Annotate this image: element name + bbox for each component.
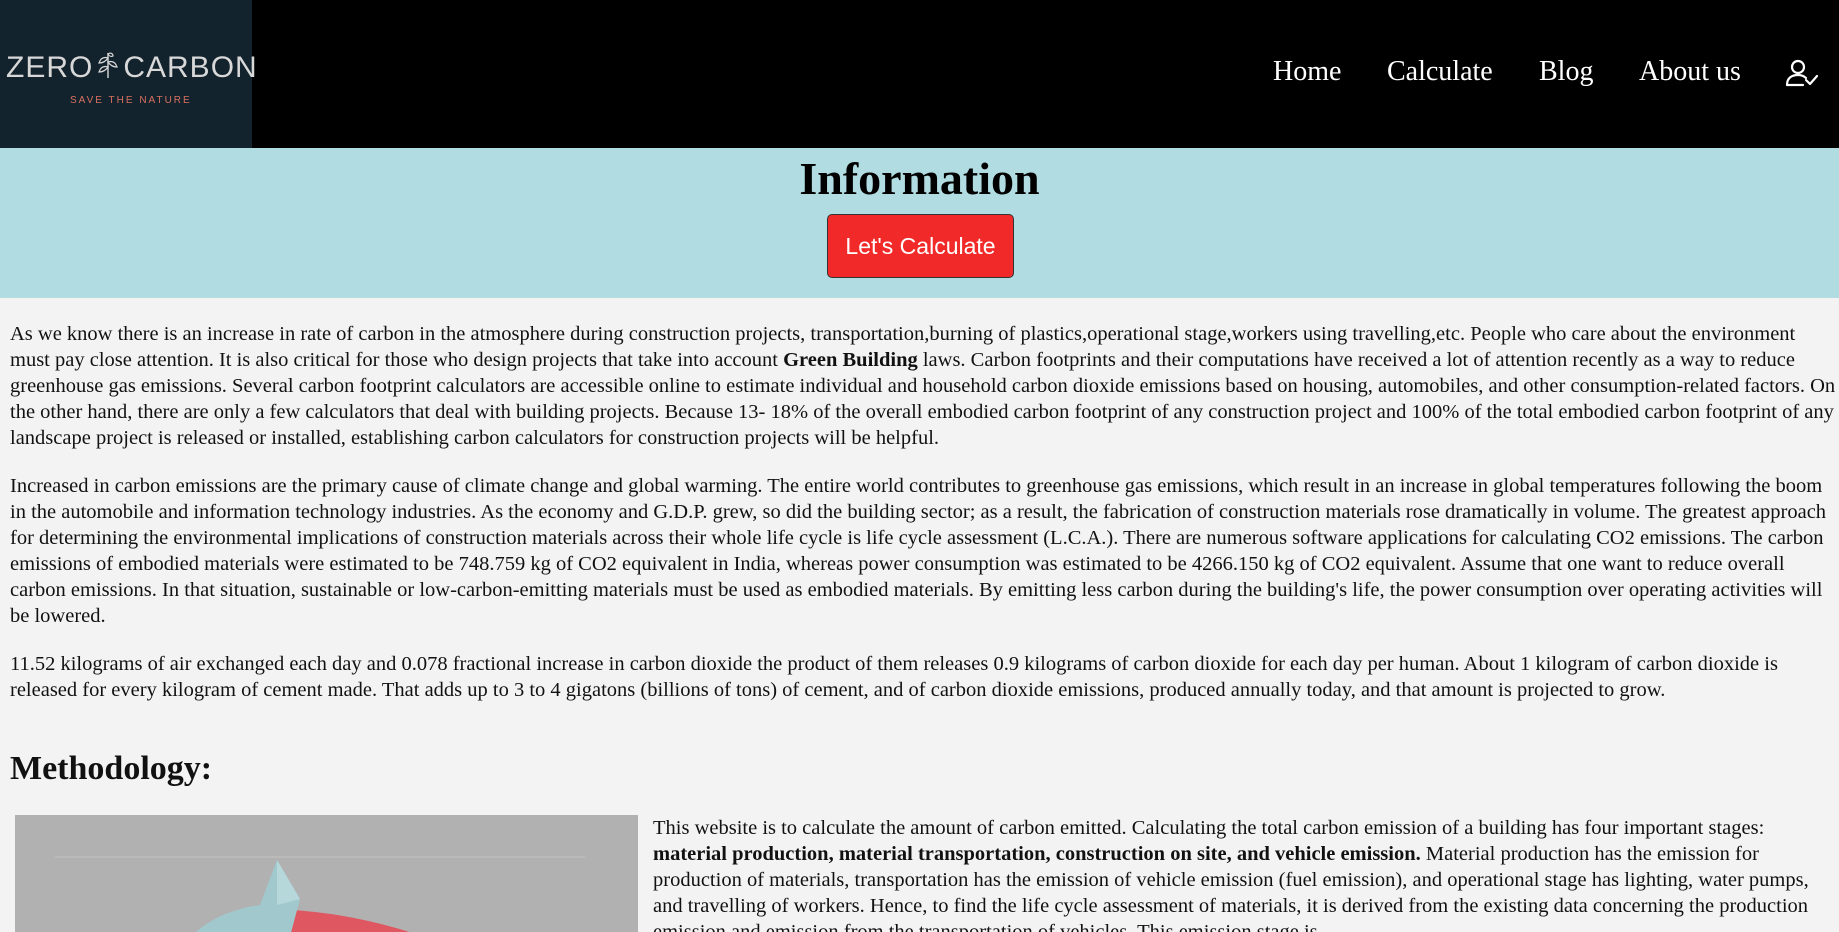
nav-about-us[interactable]: About us [1639,56,1741,88]
hero-banner: Information Let's Calculate [0,148,1839,298]
navbar: ZERO CARBON SAVE THE NATURE Home Calculat… [0,0,1839,148]
green-building-emphasis: Green Building [783,349,918,371]
nav-blog[interactable]: Blog [1539,56,1593,88]
methodology-text-a: This website is to calculate the amount … [653,817,1765,839]
methodology-chart-image [15,815,638,932]
user-check-icon[interactable] [1785,58,1819,88]
info-paragraph-2: Increased in carbon emissions are the pr… [10,475,1827,627]
lets-calculate-button[interactable]: Let's Calculate [827,214,1014,278]
nav-menu: Home Calculate Blog About us [0,56,1839,96]
info-paragraph-1: As we know there is an increase in rate … [10,321,1839,451]
nav-home[interactable]: Home [1273,56,1341,88]
methodology-stages-emphasis: material production, material transporta… [653,843,1421,865]
page-title: Information [799,153,1040,204]
info-paragraph-3: 11.52 kilograms of air exchanged each da… [10,653,1778,701]
nav-calculate[interactable]: Calculate [1387,56,1493,88]
info-content: As we know there is an increase in rate … [10,321,1839,725]
methodology-text: This website is to calculate the amount … [653,815,1839,932]
logo-tagline: SAVE THE NATURE [70,95,192,106]
methodology-heading: Methodology: [10,750,213,787]
